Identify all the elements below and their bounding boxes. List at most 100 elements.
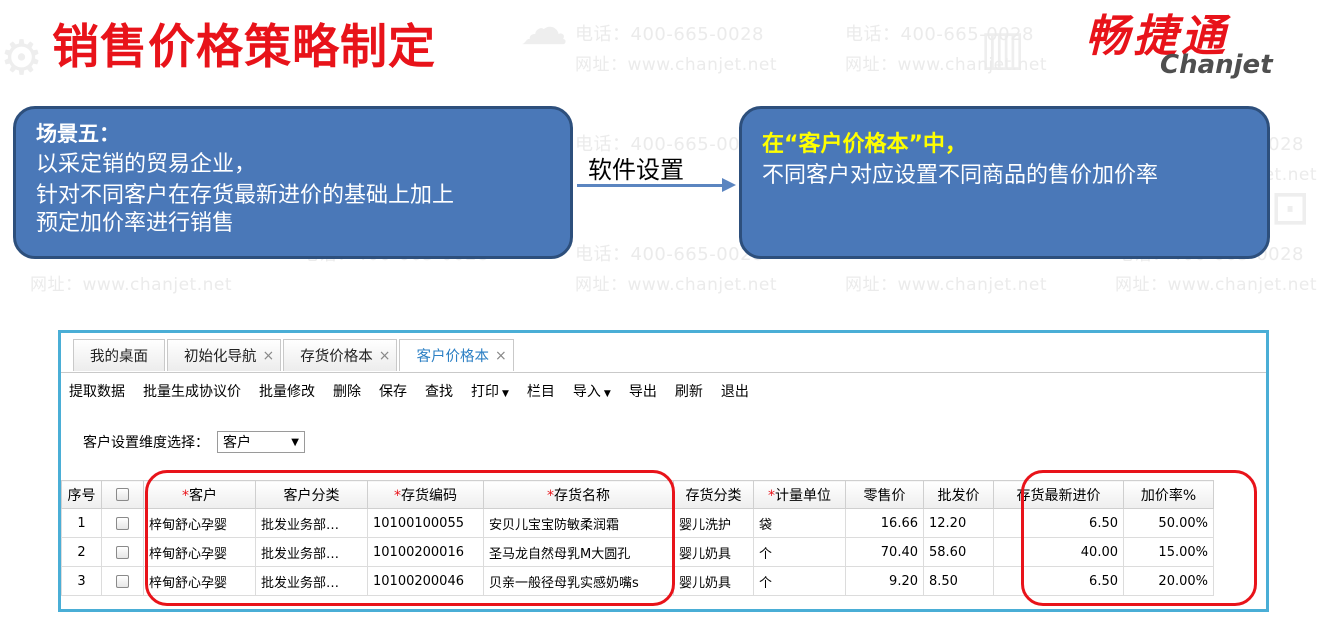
customer-cell[interactable]: 梓甸舒心孕婴: [143, 508, 256, 538]
customer-category-cell[interactable]: 批发业务部…: [255, 508, 368, 538]
unit-cell[interactable]: 袋: [753, 508, 846, 538]
markup-rate-cell[interactable]: 15.00%: [1123, 537, 1214, 567]
wholesale-price-cell[interactable]: 8.50: [923, 566, 994, 596]
scenario-line: 针对不同客户在存货最新进价的基础上加上: [36, 183, 455, 208]
watermark-phone: 电话：400-665-0028: [575, 24, 765, 45]
column-header[interactable]: *存货编码: [367, 480, 484, 509]
checkbox-icon: [116, 516, 129, 530]
customer-cell[interactable]: 梓甸舒心孕婴: [143, 537, 256, 567]
latest-cost-cell[interactable]: 40.00: [993, 537, 1124, 567]
print-label: 打印: [471, 384, 499, 400]
column-header[interactable]: 加价率%: [1123, 480, 1214, 509]
retail-price-cell[interactable]: 70.40: [845, 537, 924, 567]
arrow-label: 软件设置: [588, 156, 684, 184]
delete-button[interactable]: 删除: [333, 381, 361, 401]
dropdown-arrow-icon: ▼: [291, 436, 299, 448]
dimension-select[interactable]: 客户 ▼: [217, 431, 305, 453]
caret-down-icon: ▼: [603, 389, 611, 399]
customer-category-cell[interactable]: 批发业务部…: [255, 566, 368, 596]
item-class-cell[interactable]: 婴儿奶具: [673, 537, 754, 567]
item-code-cell[interactable]: 10100200016: [367, 537, 484, 567]
tab-inventory-price-book[interactable]: 存货价格本 ×: [283, 339, 398, 371]
watermark-site: 网址：www.chanjet.net: [30, 275, 233, 295]
required-mark-icon: *: [182, 487, 189, 504]
column-header[interactable]: *存货名称: [483, 480, 674, 509]
row-checkbox[interactable]: [101, 566, 144, 596]
toolbar: 提取数据 批量生成协议价 批量修改 删除 保存 查找 打印 ▼ 栏目 导入 ▼ 导出…: [69, 381, 767, 401]
item-name-cell[interactable]: 安贝儿宝宝防敏柔润霜: [483, 508, 674, 538]
item-name-cell[interactable]: 贝亲一般径母乳实感奶嘴s: [483, 566, 674, 596]
column-header[interactable]: 存货最新进价: [993, 480, 1124, 509]
batch-generate-price-button[interactable]: 批量生成协议价: [143, 381, 241, 401]
fetch-data-button[interactable]: 提取数据: [69, 381, 125, 401]
column-header[interactable]: 零售价: [845, 480, 924, 509]
refresh-button[interactable]: 刷新: [675, 381, 703, 401]
background-bar-icon: ▥: [980, 20, 1026, 76]
column-header[interactable]: 存货分类: [673, 480, 754, 509]
tab-label: 存货价格本: [300, 349, 373, 365]
unit-cell[interactable]: 个: [753, 537, 846, 567]
close-icon[interactable]: ×: [495, 348, 507, 364]
app-window: 我的桌面 初始化导航 × 存货价格本 × 客户价格本 × 提取数据 批量生成协议…: [58, 330, 1269, 612]
table-row[interactable]: 1 梓甸舒心孕婴 批发业务部… 10100100055 安贝儿宝宝防敏柔润霜 婴…: [61, 508, 1214, 538]
background-gear-icon: ⚙: [0, 30, 44, 86]
dimension-selector: 客户设置维度选择： 客户 ▼: [83, 431, 305, 453]
item-code-cell[interactable]: 10100100055: [367, 508, 484, 538]
scenario-heading: 场景五：: [36, 122, 120, 146]
retail-price-cell[interactable]: 9.20: [845, 566, 924, 596]
customer-cell[interactable]: 梓甸舒心孕婴: [143, 566, 256, 596]
batch-edit-button[interactable]: 批量修改: [259, 381, 315, 401]
background-lock-icon: ⊡: [1270, 180, 1311, 236]
column-header[interactable]: *客户: [143, 480, 256, 509]
export-button[interactable]: 导出: [629, 381, 657, 401]
watermark-site: 网址：www.chanjet.net: [1115, 275, 1318, 295]
column-header[interactable]: 客户分类: [255, 480, 368, 509]
watermark-site: 网址：www.chanjet.net: [845, 275, 1048, 295]
save-button[interactable]: 保存: [379, 381, 407, 401]
watermark-phone: 电话：400-665-0028: [575, 244, 765, 265]
setting-heading: 在“客户价格本”中，: [762, 132, 967, 157]
checkbox-icon: [116, 488, 129, 501]
exit-button[interactable]: 退出: [721, 381, 749, 401]
select-all-checkbox[interactable]: [101, 480, 144, 509]
setting-line: 不同客户对应设置不同商品的售价加价率: [762, 163, 1159, 188]
item-class-cell[interactable]: 婴儿奶具: [673, 566, 754, 596]
table-row[interactable]: 2 梓甸舒心孕婴 批发业务部… 10100200016 圣马龙自然母乳M大圆孔 …: [61, 537, 1214, 567]
markup-rate-cell[interactable]: 20.00%: [1123, 566, 1214, 596]
close-icon[interactable]: ×: [379, 348, 391, 364]
columns-button[interactable]: 栏目: [527, 381, 555, 401]
customer-category-cell[interactable]: 批发业务部…: [255, 537, 368, 567]
retail-price-cell[interactable]: 16.66: [845, 508, 924, 538]
row-number: 3: [61, 566, 102, 596]
print-button[interactable]: 打印 ▼: [471, 381, 509, 401]
wholesale-price-cell[interactable]: 58.60: [923, 537, 994, 567]
column-header[interactable]: 序号: [61, 480, 102, 509]
tab-bar: 我的桌面 初始化导航 × 存货价格本 × 客户价格本 ×: [73, 339, 516, 373]
tab-label: 客户价格本: [416, 349, 489, 365]
price-table: 序号 *客户 客户分类 *存货编码 *存货名称 存货分类 *计量单位 零售价 批…: [61, 480, 1214, 596]
find-button[interactable]: 查找: [425, 381, 453, 401]
tab-customer-price-book[interactable]: 客户价格本 ×: [399, 339, 514, 371]
tab-my-desktop[interactable]: 我的桌面: [73, 339, 165, 371]
unit-cell[interactable]: 个: [753, 566, 846, 596]
wholesale-price-cell[interactable]: 12.20: [923, 508, 994, 538]
item-name-cell[interactable]: 圣马龙自然母乳M大圆孔: [483, 537, 674, 567]
row-checkbox[interactable]: [101, 508, 144, 538]
latest-cost-cell[interactable]: 6.50: [993, 566, 1124, 596]
checkbox-icon: [116, 574, 129, 588]
row-checkbox[interactable]: [101, 537, 144, 567]
required-mark-icon: *: [547, 487, 554, 504]
item-class-cell[interactable]: 婴儿洗护: [673, 508, 754, 538]
column-header[interactable]: 批发价: [923, 480, 994, 509]
column-label: 客户: [189, 487, 217, 504]
watermark-phone: 电话：400-665-0028: [845, 24, 1035, 45]
item-code-cell[interactable]: 10100200046: [367, 566, 484, 596]
markup-rate-cell[interactable]: 50.00%: [1123, 508, 1214, 538]
latest-cost-cell[interactable]: 6.50: [993, 508, 1124, 538]
table-row[interactable]: 3 梓甸舒心孕婴 批发业务部… 10100200046 贝亲一般径母乳实感奶嘴s…: [61, 566, 1214, 596]
close-icon[interactable]: ×: [263, 348, 275, 364]
tab-init-guide[interactable]: 初始化导航 ×: [167, 339, 282, 371]
column-header[interactable]: *计量单位: [753, 480, 846, 509]
import-button[interactable]: 导入 ▼: [573, 381, 611, 401]
page-title: 销售价格策略制定: [52, 20, 436, 75]
